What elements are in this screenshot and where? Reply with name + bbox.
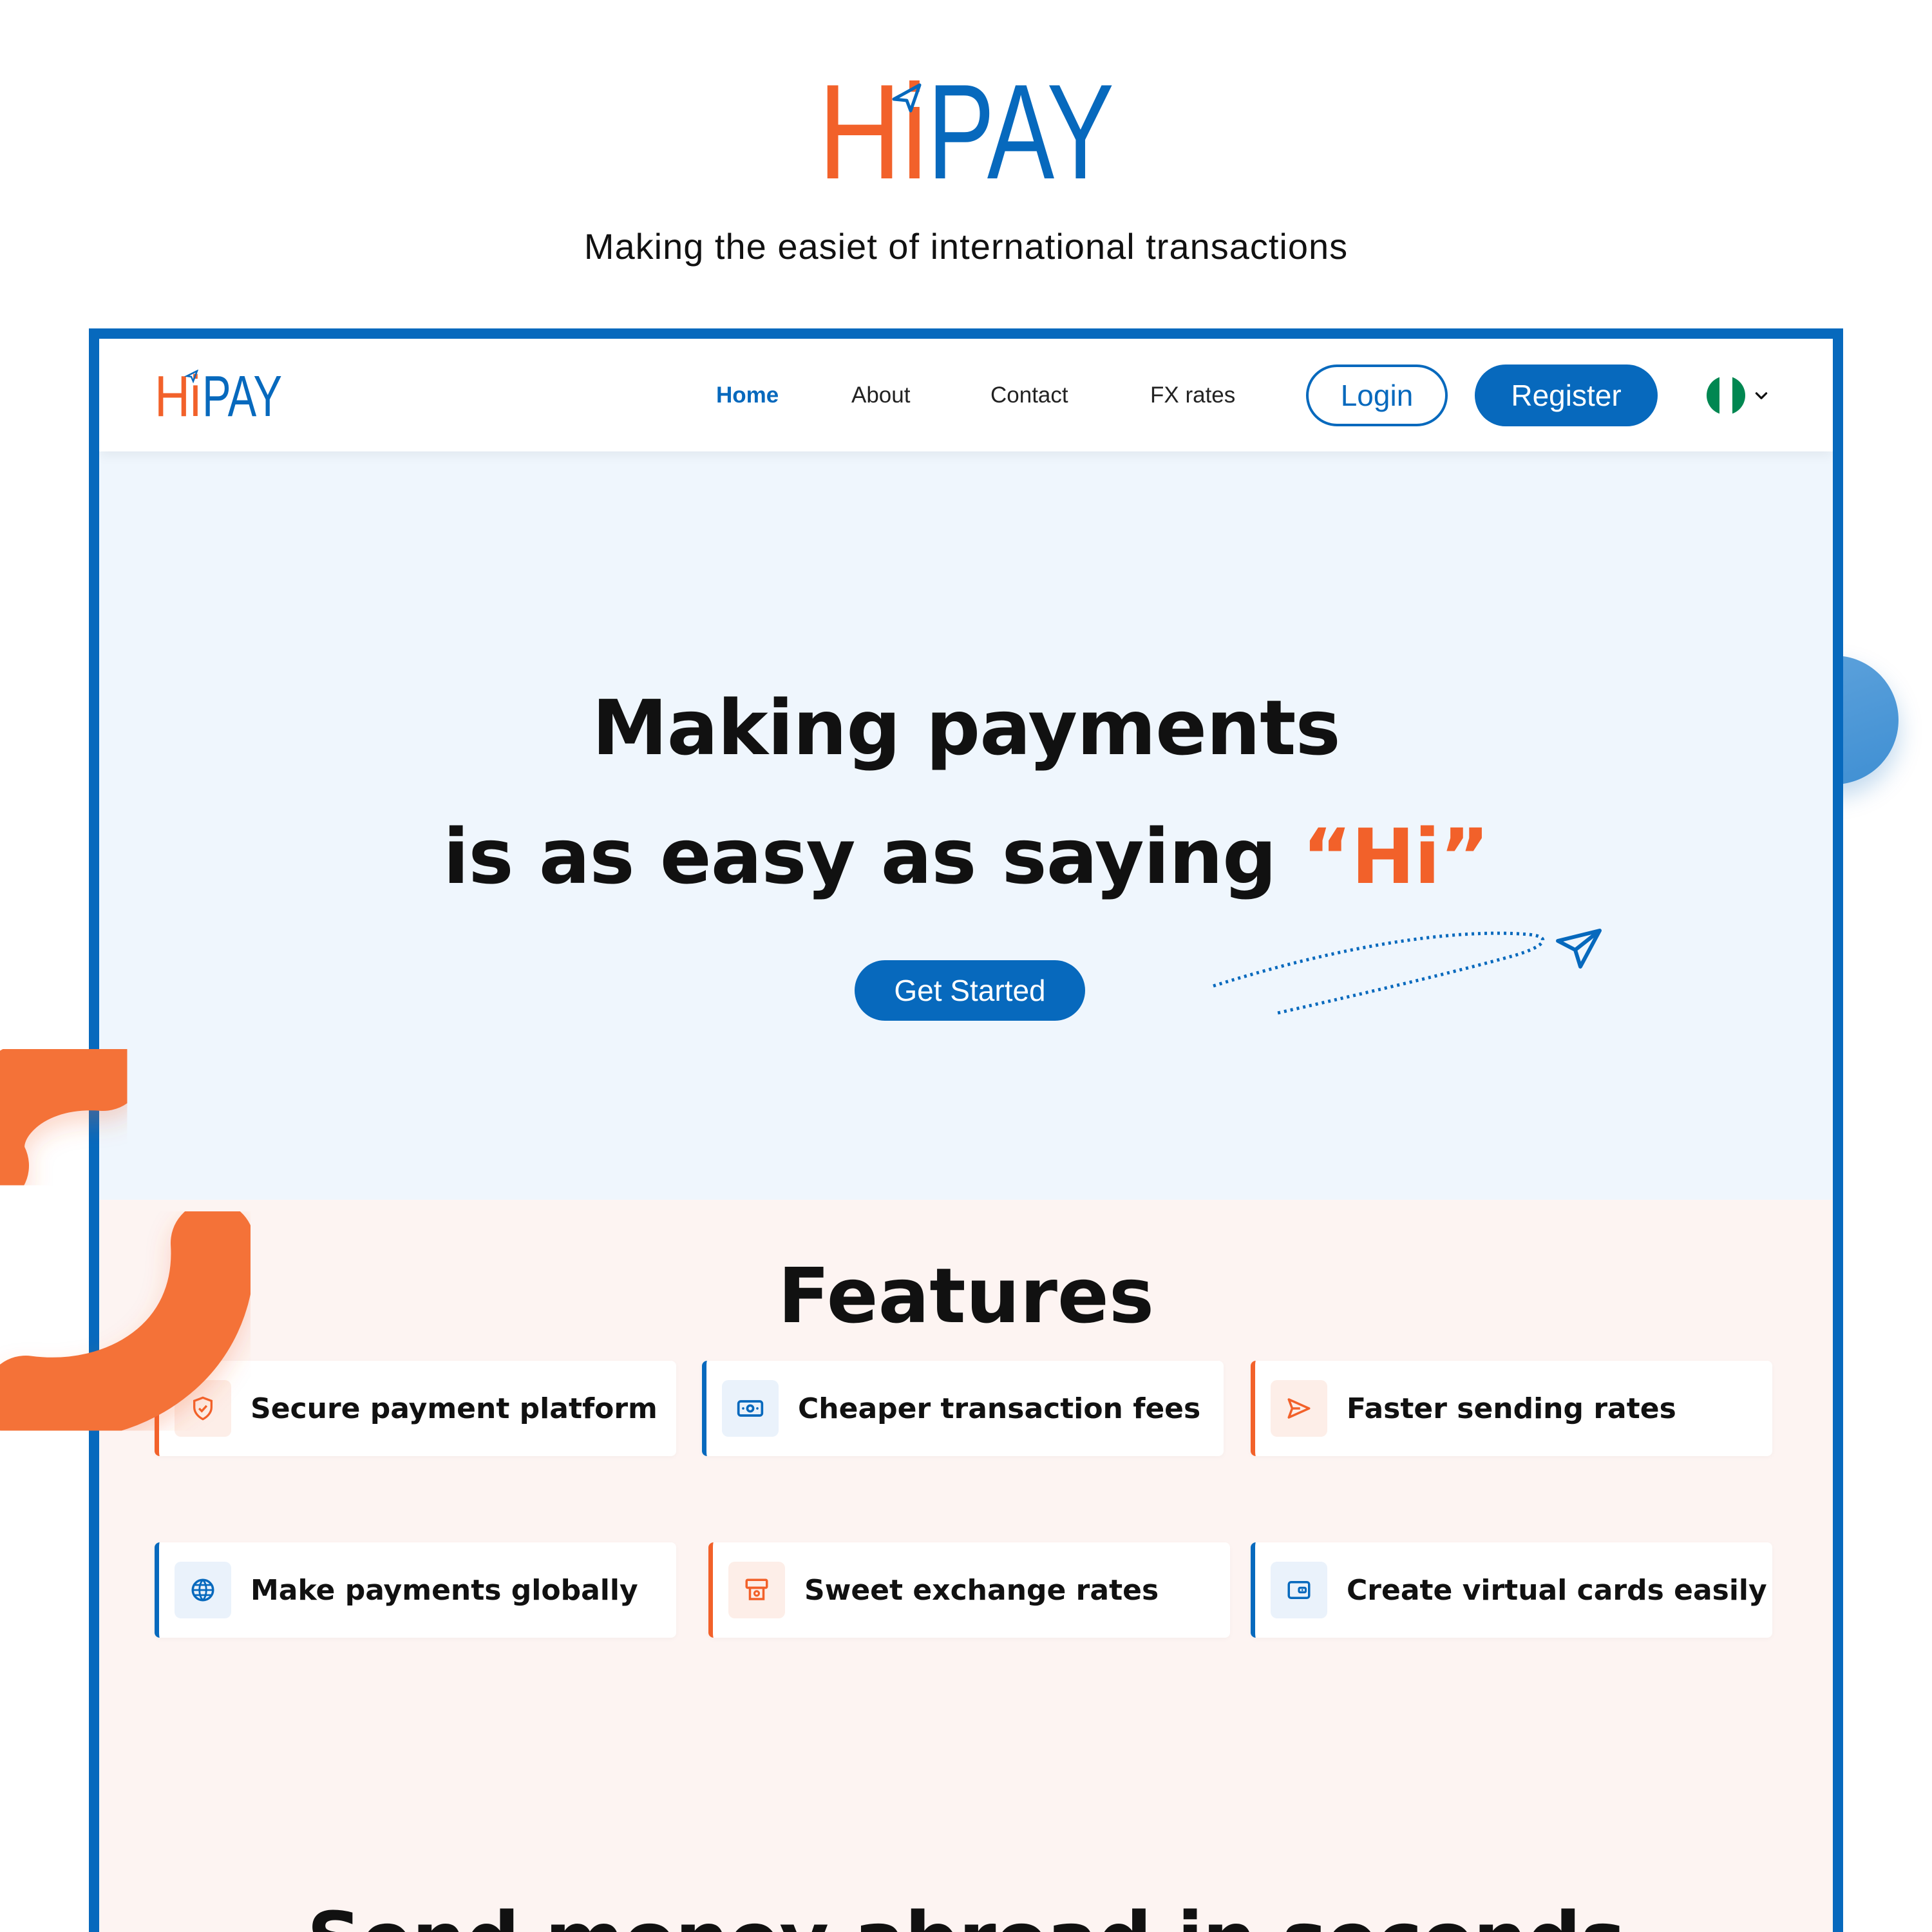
feature-card-global-payments: Make payments globally [155,1542,676,1638]
feature-card-cheaper-fees: Cheaper transaction fees [702,1361,1224,1456]
hero-heading-line-1: Making payments [592,683,1341,772]
globe-icon [175,1562,231,1618]
register-button[interactable]: Register [1475,365,1658,426]
feature-card-virtual-cards: Create virtual cards easily [1251,1542,1772,1638]
paper-plane-trail-icon [1213,929,1602,1015]
features-section: Features Secure payment platform Cheaper… [99,1200,1833,1932]
hero-section: Making payments is as easy as saying “Hi… [99,451,1833,1200]
atm-icon [728,1562,785,1618]
get-started-button[interactable]: Get Started [855,960,1085,1021]
nav-link-contact[interactable]: Contact [990,383,1068,408]
hipay-logo: Hi PAY [818,72,1114,188]
hero-hi-accent: “Hi” [1302,812,1490,901]
nav-link-fx-rates[interactable]: FX rates [1150,383,1235,408]
send-icon [1271,1380,1327,1437]
nigeria-flag-icon [1707,376,1745,415]
website-preview-frame: Hi PAY Home About Contact FX rates Login… [89,328,1843,1932]
hero-heading-line-2: is as easy as saying “Hi” [442,812,1490,901]
svg-text:PAY: PAY [202,370,282,420]
logo-pay-text: PAY [927,72,1114,188]
login-button[interactable]: Login [1306,365,1448,426]
chevron-down-icon [1755,392,1768,399]
nav-link-about[interactable]: About [851,383,910,408]
send-money-heading: Send money abroad in seconds [99,1895,1833,1932]
showcase-tagline: Making the easiet of international trans… [583,226,1349,267]
card-icon [1271,1562,1327,1618]
decorative-orange-arc [0,1027,255,1441]
top-navigation-bar: Hi PAY Home About Contact FX rates Login… [99,339,1833,451]
feature-card-faster-sending: Faster sending rates [1251,1361,1772,1456]
features-title: Features [777,1251,1155,1340]
cash-icon [722,1380,779,1437]
feature-card-exchange-rates: Sweet exchange rates [708,1542,1230,1638]
language-selector[interactable] [1707,376,1777,415]
nav-hipay-logo[interactable]: Hi PAY [155,370,283,420]
nav-link-home[interactable]: Home [716,383,779,408]
